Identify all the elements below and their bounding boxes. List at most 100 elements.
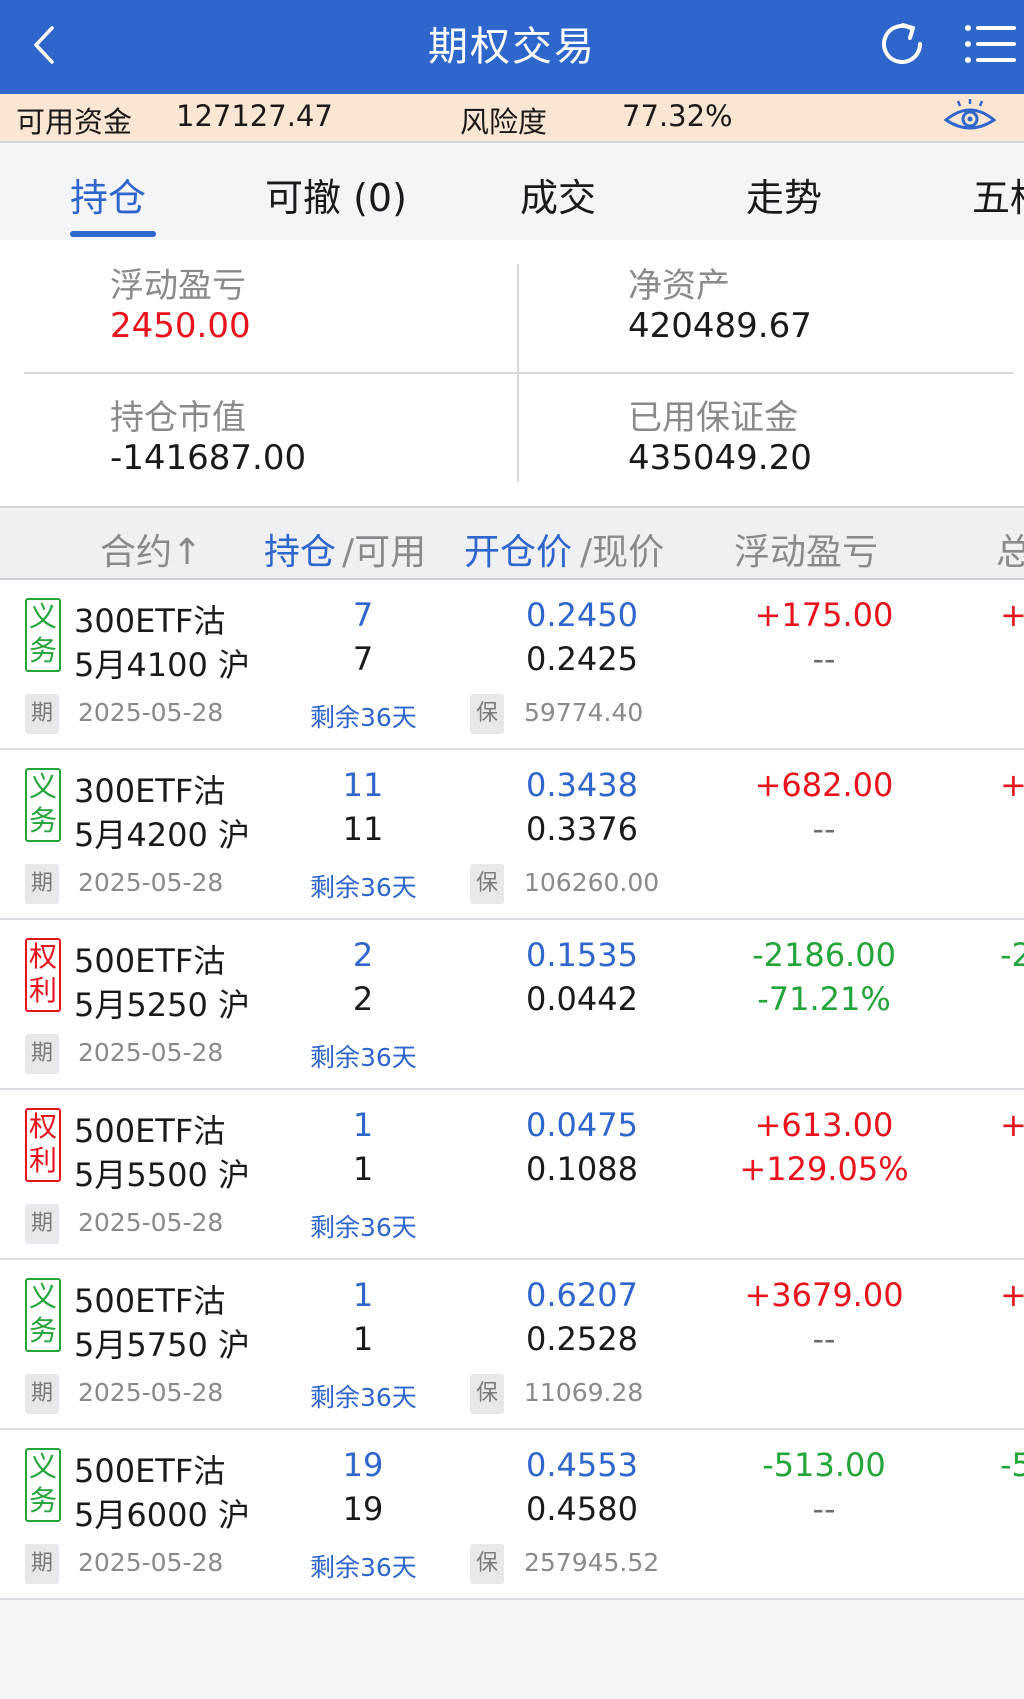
current-price: 0.4580 bbox=[526, 1490, 638, 1528]
positions-list: 义务 300ETF沽 5月4100 沪 7 7 0.2450 0.2425 +1… bbox=[0, 580, 1024, 1600]
current-price: 0.0442 bbox=[526, 980, 638, 1018]
margin-tag: 保 bbox=[470, 864, 504, 904]
floating-pnl: -513.00 bbox=[762, 1446, 886, 1484]
contract-name: 300ETF沽 bbox=[74, 772, 226, 810]
contract-strike: 5月4100 沪 bbox=[74, 646, 250, 684]
floating-pnl-ratio: -71.21% bbox=[757, 980, 891, 1018]
expiry-date: 2025-05-28 bbox=[78, 1548, 224, 1577]
margin-used-label: 已用保证金 bbox=[628, 398, 798, 438]
contract-name: 500ETF沽 bbox=[74, 942, 226, 980]
market-value-label: 持仓市值 bbox=[110, 398, 246, 438]
expiry-tag: 期 bbox=[25, 864, 59, 904]
expiry-tag: 期 bbox=[25, 1374, 59, 1414]
total-pnl: + bbox=[1000, 596, 1024, 634]
market-value-value: -141687.00 bbox=[110, 438, 307, 478]
position-row[interactable]: 权利 500ETF沽 5月5250 沪 2 2 0.1535 0.0442 -2… bbox=[0, 920, 1024, 1090]
margin-value: 106260.00 bbox=[524, 868, 660, 897]
open-price: 0.0475 bbox=[526, 1106, 638, 1144]
position-row[interactable]: 义务 500ETF沽 5月5750 沪 1 1 0.6207 0.2528 +3… bbox=[0, 1260, 1024, 1430]
col-contract-sort[interactable]: 合约↑ bbox=[100, 523, 202, 575]
open-price: 0.3438 bbox=[526, 766, 638, 804]
tab-active-indicator bbox=[70, 231, 156, 237]
margin-tag: 保 bbox=[470, 694, 504, 734]
margin-tag: 保 bbox=[470, 1544, 504, 1584]
position-row[interactable]: 义务 300ETF沽 5月4200 沪 11 11 0.3438 0.3376 … bbox=[0, 750, 1024, 920]
contract-name: 500ETF沽 bbox=[74, 1282, 226, 1320]
contract-strike: 5月4200 沪 bbox=[74, 816, 250, 854]
available-qty: 11 bbox=[342, 810, 384, 848]
floating-pnl-ratio: -- bbox=[812, 1490, 836, 1528]
expiry-date: 2025-05-28 bbox=[78, 1378, 224, 1407]
available-qty: 1 bbox=[352, 1320, 374, 1358]
open-price: 0.1535 bbox=[526, 936, 638, 974]
col-total[interactable]: 总 bbox=[996, 523, 1024, 575]
contract-strike: 5月6000 沪 bbox=[74, 1496, 250, 1534]
col-position[interactable]: 持仓 bbox=[264, 523, 336, 575]
position-qty: 19 bbox=[342, 1446, 384, 1484]
open-price: 0.4553 bbox=[526, 1446, 638, 1484]
tab-trend[interactable]: 走势 bbox=[746, 167, 822, 222]
contract-name: 300ETF沽 bbox=[74, 602, 226, 640]
total-pnl: + bbox=[1000, 1106, 1024, 1144]
eye-icon bbox=[943, 99, 997, 130]
margin-value: 59774.40 bbox=[524, 698, 644, 727]
days-remaining: 剩余36天 bbox=[310, 1383, 417, 1412]
current-price: 0.2425 bbox=[526, 640, 638, 678]
top-nav-bar: 期权交易 bbox=[0, 0, 1024, 94]
floating-pnl-ratio: +129.05% bbox=[739, 1150, 909, 1188]
contract-strike: 5月5500 沪 bbox=[74, 1156, 250, 1194]
floating-pnl-ratio: -- bbox=[812, 640, 836, 678]
position-row[interactable]: 权利 500ETF沽 5月5500 沪 1 1 0.0475 0.1088 +6… bbox=[0, 1090, 1024, 1260]
position-row[interactable]: 义务 300ETF沽 5月4100 沪 7 7 0.2450 0.2425 +1… bbox=[0, 580, 1024, 750]
floating-pnl: -2186.00 bbox=[752, 936, 896, 974]
floating-pnl: +175.00 bbox=[754, 596, 894, 634]
position-qty: 7 bbox=[352, 596, 374, 634]
floating-pnl-value: 2450.00 bbox=[110, 306, 251, 346]
col-available[interactable]: /可用 bbox=[342, 523, 426, 575]
position-row[interactable]: 义务 500ETF沽 5月6000 沪 19 19 0.4553 0.4580 … bbox=[0, 1430, 1024, 1600]
position-qty: 2 bbox=[352, 936, 374, 974]
position-qty: 1 bbox=[352, 1106, 374, 1144]
col-open-price[interactable]: 开仓价 bbox=[464, 523, 572, 575]
col-floating-pnl[interactable]: 浮动盈亏 bbox=[734, 523, 878, 575]
floating-pnl: +682.00 bbox=[754, 766, 894, 804]
current-price: 0.2528 bbox=[526, 1320, 638, 1358]
total-pnl: +3 bbox=[1000, 1276, 1024, 1314]
floating-pnl: +3679.00 bbox=[744, 1276, 904, 1314]
days-remaining: 剩余36天 bbox=[310, 873, 417, 902]
margin-value: 257945.52 bbox=[524, 1548, 660, 1577]
total-pnl: + bbox=[1000, 766, 1024, 804]
expiry-date: 2025-05-28 bbox=[78, 1208, 224, 1237]
refresh-icon bbox=[882, 23, 922, 64]
available-qty: 7 bbox=[352, 640, 374, 678]
current-price: 0.3376 bbox=[526, 810, 638, 848]
floating-pnl: +613.00 bbox=[754, 1106, 894, 1144]
expiry-tag: 期 bbox=[25, 1204, 59, 1244]
contract-strike: 5月5250 沪 bbox=[74, 986, 250, 1024]
menu-list-icon bbox=[965, 25, 1016, 63]
risk-value: 77.32% bbox=[622, 99, 733, 133]
expiry-date: 2025-05-28 bbox=[78, 698, 224, 727]
net-assets-label: 净资产 bbox=[628, 266, 730, 306]
page-title: 期权交易 bbox=[428, 24, 596, 70]
col-current-price[interactable]: /现价 bbox=[580, 523, 664, 575]
days-remaining: 剩余36天 bbox=[310, 1213, 417, 1242]
open-price: 0.6207 bbox=[526, 1276, 638, 1314]
margin-tag: 保 bbox=[470, 1374, 504, 1414]
position-qty: 11 bbox=[342, 766, 384, 804]
tab-cancelable[interactable]: 可撤 (0) bbox=[265, 167, 407, 222]
app: 期权交易 可用资金 127127.47 风险度 77.32% 持仓 可撤 (0)… bbox=[0, 0, 1024, 1699]
refresh-button[interactable] bbox=[872, 14, 932, 74]
net-assets-value: 420489.67 bbox=[628, 306, 812, 346]
menu-button[interactable] bbox=[962, 16, 1018, 72]
contract-name: 500ETF沽 bbox=[74, 1112, 226, 1150]
total-pnl: -5 bbox=[1000, 1446, 1024, 1484]
tab-level5[interactable]: 五档 bbox=[972, 167, 1024, 222]
contract-name: 500ETF沽 bbox=[74, 1452, 226, 1490]
tab-positions[interactable]: 持仓 bbox=[70, 167, 146, 222]
toggle-visibility-button[interactable] bbox=[940, 98, 1000, 138]
risk-label: 风险度 bbox=[460, 105, 548, 139]
margin-value: 11069.28 bbox=[524, 1378, 644, 1407]
available-funds-value: 127127.47 bbox=[176, 99, 333, 133]
tab-trades[interactable]: 成交 bbox=[520, 167, 596, 222]
